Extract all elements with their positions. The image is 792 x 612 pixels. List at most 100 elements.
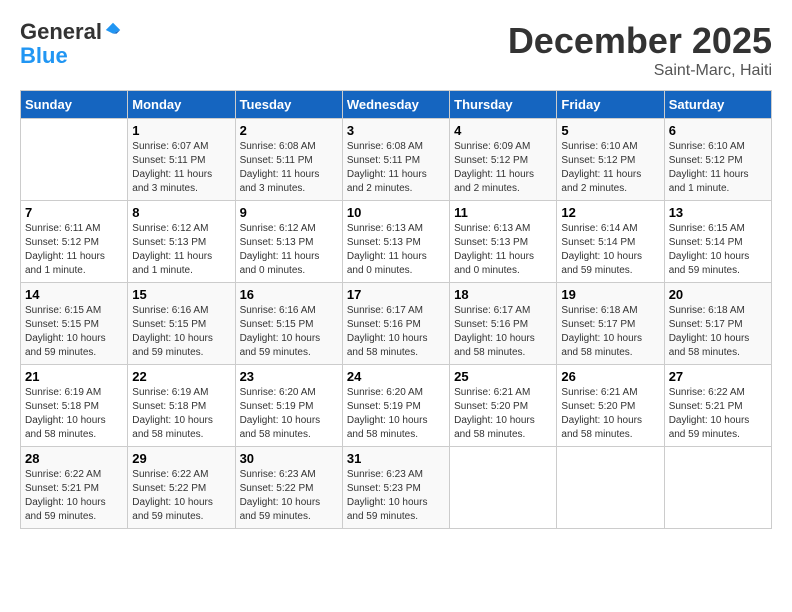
logo-general-text: General <box>20 19 102 44</box>
page-header: General Blue December 2025 Saint-Marc, H… <box>20 20 772 80</box>
day-number: 10 <box>347 205 445 220</box>
calendar-week-row: 21 Sunrise: 6:19 AMSunset: 5:18 PMDayligh… <box>21 365 772 447</box>
calendar-cell: 12 Sunrise: 6:14 AMSunset: 5:14 PMDayligh… <box>557 201 664 283</box>
calendar-cell: 4 Sunrise: 6:09 AMSunset: 5:12 PMDaylight… <box>450 119 557 201</box>
calendar-cell: 13Sunrise: 6:15 AMSunset: 5:14 PMDayligh… <box>664 201 771 283</box>
calendar-cell: 9Sunrise: 6:12 AMSunset: 5:13 PMDaylight… <box>235 201 342 283</box>
col-header-monday: Monday <box>128 91 235 119</box>
day-number: 28 <box>25 451 123 466</box>
day-number: 27 <box>669 369 767 384</box>
day-info: Sunrise: 6:13 AMSunset: 5:13 PMDaylight:… <box>347 222 445 278</box>
day-info: Sunrise: 6:07 AMSunset: 5:11 PMDaylight:… <box>132 140 230 196</box>
calendar-cell <box>450 447 557 529</box>
title-block: December 2025 Saint-Marc, Haiti <box>508 20 772 80</box>
calendar-week-row: 7Sunrise: 6:11 AMSunset: 5:12 PMDaylight… <box>21 201 772 283</box>
day-info: Sunrise: 6:08 AMSunset: 5:11 PMDaylight:… <box>347 140 445 196</box>
day-info: Sunrise: 6:21 AMSunset: 5:20 PMDaylight:… <box>454 386 552 442</box>
calendar-cell: 8 Sunrise: 6:12 AMSunset: 5:13 PMDaylight… <box>128 201 235 283</box>
calendar-cell: 1Sunrise: 6:07 AMSunset: 5:11 PMDaylight… <box>128 119 235 201</box>
calendar-cell: 2 Sunrise: 6:08 AMSunset: 5:11 PMDaylight… <box>235 119 342 201</box>
calendar-cell: 19 Sunrise: 6:18 AMSunset: 5:17 PMDayligh… <box>557 283 664 365</box>
day-info: Sunrise: 6:15 AMSunset: 5:14 PMDaylight:… <box>669 222 767 278</box>
day-number: 18 <box>454 287 552 302</box>
calendar-cell: 7Sunrise: 6:11 AMSunset: 5:12 PMDaylight… <box>21 201 128 283</box>
col-header-wednesday: Wednesday <box>342 91 449 119</box>
day-info: Sunrise: 6:22 AMSunset: 5:22 PMDaylight:… <box>132 468 230 524</box>
day-number: 29 <box>132 451 230 466</box>
day-number: 23 <box>240 369 338 384</box>
calendar-table: SundayMondayTuesdayWednesdayThursdayFrid… <box>20 90 772 529</box>
calendar-week-row: 14Sunrise: 6:15 AMSunset: 5:15 PMDayligh… <box>21 283 772 365</box>
logo-icon <box>104 21 122 39</box>
day-number: 2 <box>240 123 338 138</box>
day-number: 26 <box>561 369 659 384</box>
day-info: Sunrise: 6:13 AMSunset: 5:13 PMDaylight:… <box>454 222 552 278</box>
subtitle: Saint-Marc, Haiti <box>508 62 772 80</box>
day-number: 12 <box>561 205 659 220</box>
day-number: 21 <box>25 369 123 384</box>
day-info: Sunrise: 6:19 AMSunset: 5:18 PMDaylight:… <box>25 386 123 442</box>
day-info: Sunrise: 6:09 AMSunset: 5:12 PMDaylight:… <box>454 140 552 196</box>
calendar-cell: 10 Sunrise: 6:13 AMSunset: 5:13 PMDayligh… <box>342 201 449 283</box>
calendar-cell <box>664 447 771 529</box>
day-info: Sunrise: 6:23 AMSunset: 5:22 PMDaylight:… <box>240 468 338 524</box>
day-number: 5 <box>561 123 659 138</box>
calendar-cell: 5 Sunrise: 6:10 AMSunset: 5:12 PMDaylight… <box>557 119 664 201</box>
calendar-cell: 14Sunrise: 6:15 AMSunset: 5:15 PMDayligh… <box>21 283 128 365</box>
calendar-week-row: 28 Sunrise: 6:22 AMSunset: 5:21 PMDayligh… <box>21 447 772 529</box>
calendar-cell: 6 Sunrise: 6:10 AMSunset: 5:12 PMDaylight… <box>664 119 771 201</box>
calendar-cell: 29 Sunrise: 6:22 AMSunset: 5:22 PMDayligh… <box>128 447 235 529</box>
day-info: Sunrise: 6:18 AMSunset: 5:17 PMDaylight:… <box>669 304 767 360</box>
day-number: 11 <box>454 205 552 220</box>
day-info: Sunrise: 6:16 AMSunset: 5:15 PMDaylight:… <box>240 304 338 360</box>
day-info: Sunrise: 6:18 AMSunset: 5:17 PMDaylight:… <box>561 304 659 360</box>
day-info: Sunrise: 6:17 AMSunset: 5:16 PMDaylight:… <box>454 304 552 360</box>
calendar-cell: 11 Sunrise: 6:13 AMSunset: 5:13 PMDayligh… <box>450 201 557 283</box>
day-number: 9 <box>240 205 338 220</box>
col-header-friday: Friday <box>557 91 664 119</box>
calendar-cell: 3Sunrise: 6:08 AMSunset: 5:11 PMDaylight… <box>342 119 449 201</box>
day-number: 15 <box>132 287 230 302</box>
day-info: Sunrise: 6:23 AMSunset: 5:23 PMDaylight:… <box>347 468 445 524</box>
day-info: Sunrise: 6:11 AMSunset: 5:12 PMDaylight:… <box>25 222 123 278</box>
day-info: Sunrise: 6:10 AMSunset: 5:12 PMDaylight:… <box>561 140 659 196</box>
day-number: 30 <box>240 451 338 466</box>
calendar-cell: 18 Sunrise: 6:17 AMSunset: 5:16 PMDayligh… <box>450 283 557 365</box>
day-number: 16 <box>240 287 338 302</box>
calendar-cell <box>557 447 664 529</box>
day-number: 19 <box>561 287 659 302</box>
main-title: December 2025 <box>508 20 772 62</box>
day-info: Sunrise: 6:16 AMSunset: 5:15 PMDaylight:… <box>132 304 230 360</box>
day-number: 20 <box>669 287 767 302</box>
day-info: Sunrise: 6:22 AMSunset: 5:21 PMDaylight:… <box>669 386 767 442</box>
day-info: Sunrise: 6:08 AMSunset: 5:11 PMDaylight:… <box>240 140 338 196</box>
col-header-thursday: Thursday <box>450 91 557 119</box>
calendar-cell: 30 Sunrise: 6:23 AMSunset: 5:22 PMDayligh… <box>235 447 342 529</box>
day-info: Sunrise: 6:22 AMSunset: 5:21 PMDaylight:… <box>25 468 123 524</box>
day-info: Sunrise: 6:14 AMSunset: 5:14 PMDaylight:… <box>561 222 659 278</box>
day-number: 31 <box>347 451 445 466</box>
calendar-cell <box>21 119 128 201</box>
calendar-cell: 25Sunrise: 6:21 AMSunset: 5:20 PMDayligh… <box>450 365 557 447</box>
calendar-cell: 26 Sunrise: 6:21 AMSunset: 5:20 PMDayligh… <box>557 365 664 447</box>
day-number: 22 <box>132 369 230 384</box>
col-header-saturday: Saturday <box>664 91 771 119</box>
col-header-sunday: Sunday <box>21 91 128 119</box>
calendar-cell: 31 Sunrise: 6:23 AMSunset: 5:23 PMDayligh… <box>342 447 449 529</box>
calendar-cell: 20 Sunrise: 6:18 AMSunset: 5:17 PMDayligh… <box>664 283 771 365</box>
day-info: Sunrise: 6:10 AMSunset: 5:12 PMDaylight:… <box>669 140 767 196</box>
day-number: 24 <box>347 369 445 384</box>
day-number: 6 <box>669 123 767 138</box>
day-number: 8 <box>132 205 230 220</box>
calendar-cell: 16 Sunrise: 6:16 AMSunset: 5:15 PMDayligh… <box>235 283 342 365</box>
day-info: Sunrise: 6:17 AMSunset: 5:16 PMDaylight:… <box>347 304 445 360</box>
calendar-cell: 27 Sunrise: 6:22 AMSunset: 5:21 PMDayligh… <box>664 365 771 447</box>
day-info: Sunrise: 6:12 AMSunset: 5:13 PMDaylight:… <box>132 222 230 278</box>
calendar-cell: 15 Sunrise: 6:16 AMSunset: 5:15 PMDayligh… <box>128 283 235 365</box>
logo: General Blue <box>20 20 122 68</box>
calendar-cell: 22Sunrise: 6:19 AMSunset: 5:18 PMDayligh… <box>128 365 235 447</box>
day-number: 4 <box>454 123 552 138</box>
day-info: Sunrise: 6:21 AMSunset: 5:20 PMDaylight:… <box>561 386 659 442</box>
day-info: Sunrise: 6:20 AMSunset: 5:19 PMDaylight:… <box>347 386 445 442</box>
day-number: 14 <box>25 287 123 302</box>
